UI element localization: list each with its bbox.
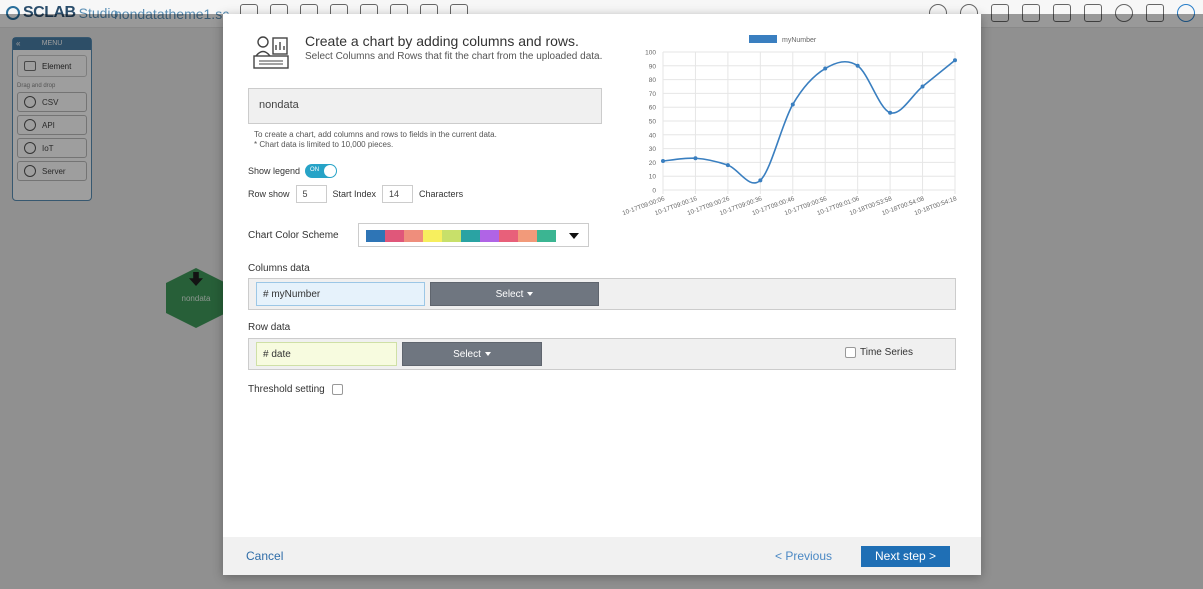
- data-point: [855, 63, 860, 68]
- time-series-label: Time Series: [860, 347, 913, 358]
- series-line: [662, 59, 956, 184]
- row-data-label: Row data: [248, 322, 291, 333]
- note-line: * Chart data is limited to 10,000 pieces…: [254, 140, 394, 149]
- time-series-option[interactable]: Time Series: [845, 347, 913, 358]
- color-swatch: [366, 230, 385, 242]
- row-show-row: Row show 5 Start Index 14 Characters: [248, 185, 463, 203]
- data-point: [920, 84, 925, 89]
- color-swatch: [518, 230, 537, 242]
- y-tick-label: 30: [649, 146, 657, 153]
- columns-data-box: # myNumber Select: [248, 278, 956, 310]
- columns-select-button[interactable]: Select: [430, 282, 599, 306]
- data-point: [823, 66, 828, 71]
- start-index-label: Start Index: [332, 189, 377, 199]
- previous-button[interactable]: < Previous: [775, 549, 832, 563]
- y-tick-label: 70: [649, 91, 657, 98]
- y-tick-label: 0: [652, 188, 656, 195]
- caret-down-icon: [527, 292, 534, 297]
- y-tick-label: 40: [649, 132, 657, 139]
- row-data-box: # date Select Time Series: [248, 338, 956, 370]
- color-swatch: [461, 230, 480, 242]
- create-chart-modal: Create a chart by adding columns and row…: [223, 14, 981, 575]
- data-point: [661, 159, 665, 164]
- row-show-label: Row show: [248, 189, 290, 199]
- color-scheme-label: Chart Color Scheme: [248, 230, 339, 241]
- color-swatch: [423, 230, 442, 242]
- show-legend-row: Show legend ON: [248, 164, 338, 178]
- note-line: To create a chart, add columns and rows …: [254, 130, 497, 139]
- y-tick-label: 80: [649, 77, 657, 84]
- cancel-button[interactable]: Cancel: [246, 549, 283, 563]
- column-chip[interactable]: # myNumber: [256, 282, 425, 306]
- show-legend-label: Show legend: [248, 166, 301, 176]
- show-legend-toggle[interactable]: ON: [305, 164, 338, 178]
- color-swatch: [537, 230, 556, 242]
- next-step-button[interactable]: Next step >: [861, 546, 950, 567]
- data-note: To create a chart, add columns and rows …: [254, 130, 497, 150]
- row-chip[interactable]: # date: [256, 342, 397, 366]
- select-label: Select: [495, 289, 524, 300]
- y-tick-label: 90: [649, 63, 657, 70]
- y-tick-label: 50: [649, 119, 657, 126]
- color-swatch: [385, 230, 404, 242]
- chart-preview: myNumber010203040506070809010010-17T09:0…: [622, 35, 958, 217]
- color-swatch: [404, 230, 423, 242]
- color-swatch: [480, 230, 499, 242]
- data-name-field[interactable]: nondata: [248, 88, 602, 124]
- color-scheme-select[interactable]: [358, 223, 589, 247]
- caret-down-icon: [569, 233, 579, 239]
- select-label: Select: [453, 349, 481, 360]
- row-show-input[interactable]: 5: [295, 185, 327, 203]
- data-point: [725, 163, 730, 168]
- legend-label: myNumber: [782, 37, 817, 44]
- color-swatches: [366, 230, 556, 242]
- data-point: [758, 178, 763, 183]
- y-tick-label: 100: [645, 50, 656, 57]
- data-point: [693, 156, 698, 161]
- columns-data-label: Columns data: [248, 263, 310, 274]
- characters-label: Characters: [419, 189, 464, 199]
- modal-subtitle: Select Columns and Rows that fit the cha…: [305, 51, 603, 62]
- legend-swatch: [749, 35, 777, 43]
- threshold-label: Threshold setting: [248, 384, 325, 395]
- modal-title: Create a chart by adding columns and row…: [305, 33, 579, 49]
- color-swatch: [442, 230, 461, 242]
- y-tick-label: 20: [649, 160, 657, 167]
- y-tick-label: 10: [649, 174, 657, 181]
- color-swatch: [499, 230, 518, 242]
- rows-select-button[interactable]: Select: [402, 342, 542, 366]
- data-point: [790, 102, 795, 107]
- threshold-checkbox[interactable]: [331, 384, 343, 395]
- toggle-state-label: ON: [310, 167, 320, 173]
- threshold-setting-row: Threshold setting: [248, 384, 343, 395]
- time-series-checkbox[interactable]: [845, 347, 857, 358]
- y-tick-label: 60: [649, 105, 657, 112]
- start-index-input[interactable]: 14: [382, 185, 414, 203]
- caret-down-icon: [484, 352, 491, 357]
- toggle-knob: [324, 165, 337, 177]
- data-point: [953, 58, 957, 63]
- modal-footer: Cancel < Previous Next step >: [223, 537, 981, 575]
- chart-worker-icon: [253, 36, 289, 69]
- data-point: [888, 110, 893, 115]
